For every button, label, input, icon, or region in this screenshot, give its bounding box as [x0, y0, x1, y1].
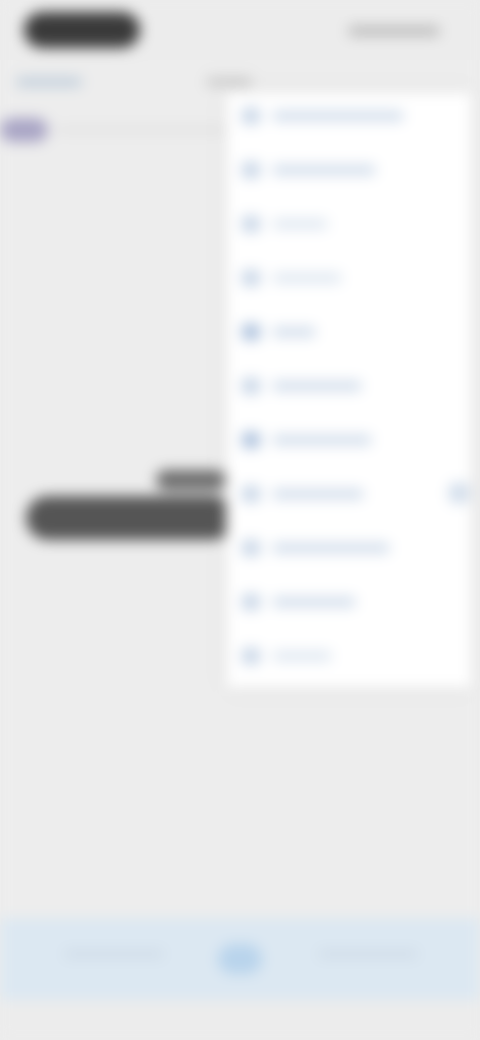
status-indicators — [348, 26, 440, 36]
menu-item[interactable] — [242, 644, 452, 668]
bottom-center-button[interactable] — [218, 944, 262, 974]
menu-icon-6 — [242, 378, 260, 394]
menu-item[interactable] — [242, 374, 452, 398]
bottom-right-label — [318, 950, 319, 951]
menu-item-label — [272, 327, 316, 337]
menu-icon-8 — [242, 486, 260, 502]
dropdown-menu — [226, 92, 472, 688]
menu-icon-2 — [242, 162, 260, 178]
status-bar — [0, 0, 480, 60]
menu-icon-4 — [242, 270, 260, 286]
menu-icon-3 — [242, 216, 260, 232]
bottom-right-item[interactable] — [318, 950, 418, 958]
app-screen — [0, 0, 480, 1040]
header-title-text — [206, 78, 207, 79]
bottom-bar — [0, 918, 480, 1000]
menu-icon-9 — [242, 540, 260, 556]
menu-item[interactable] — [242, 482, 470, 506]
menu-item-label — [272, 165, 376, 175]
menu-item[interactable] — [242, 212, 452, 236]
menu-icon-5 — [242, 324, 260, 340]
menu-item-label — [272, 435, 372, 445]
menu-item[interactable] — [242, 158, 452, 182]
toast-message — [26, 496, 234, 540]
menu-item[interactable] — [242, 428, 452, 452]
toast-message-text — [26, 496, 27, 497]
menu-item[interactable] — [242, 590, 452, 614]
menu-icon-10 — [242, 594, 260, 610]
bottom-left-item[interactable] — [64, 950, 164, 958]
menu-item-label — [272, 381, 362, 391]
toast-tab — [156, 470, 226, 490]
back-button[interactable] — [0, 118, 48, 142]
bottom-center-label — [218, 944, 219, 945]
menu-item-indicator-icon — [448, 482, 470, 504]
menu-item-label — [272, 651, 332, 661]
menu-item[interactable] — [242, 266, 452, 290]
menu-item-label — [272, 597, 356, 607]
menu-item[interactable] — [242, 536, 452, 560]
menu-item-label — [272, 111, 404, 121]
status-time-pill — [24, 12, 140, 48]
header-divider — [56, 128, 226, 132]
header-title — [206, 78, 252, 86]
system-nav-bar — [0, 1000, 480, 1040]
back-button-label — [0, 118, 1, 119]
menu-item-label — [272, 219, 328, 229]
header-left-link-text — [16, 78, 17, 79]
status-time — [24, 12, 25, 13]
status-indicators-text — [348, 26, 349, 27]
menu-icon-7 — [242, 432, 260, 448]
menu-item-label — [272, 489, 364, 499]
menu-item[interactable] — [242, 104, 452, 128]
header-left-link[interactable] — [16, 78, 82, 86]
bottom-left-label — [64, 950, 65, 951]
menu-icon-1 — [242, 108, 260, 124]
menu-item-label — [272, 543, 390, 553]
menu-item-label — [272, 273, 342, 283]
menu-item[interactable] — [242, 320, 452, 344]
menu-icon-11 — [242, 648, 260, 664]
